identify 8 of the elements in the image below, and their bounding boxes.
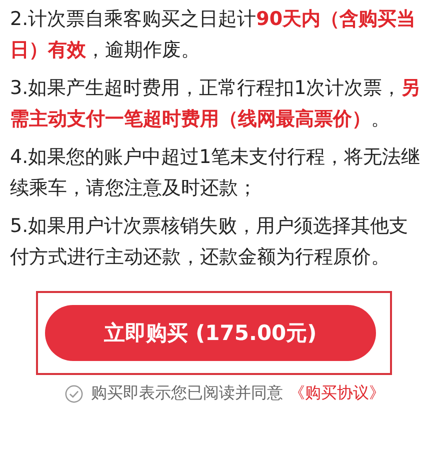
agreement-link[interactable]: 《购买协议》 [289, 383, 385, 404]
checkbox-icon[interactable] [65, 384, 83, 402]
rule-text: 3.如果产生超时费用，正常行程扣1次计次票，另需主动支付一笔超时费用（线网最高票价）。 [10, 76, 422, 132]
buy-button[interactable]: 立即购买 (175.00元) [45, 305, 376, 361]
rule-text: 5.如果用户计次票核销失败，用户须选择其他支付方式进行主动还款，还款金额为行程原价。 [10, 214, 410, 270]
rule-text: 4.如果您的账户中超过1笔未支付行程，将无法继续乘车，请您注意及时还款； [10, 145, 422, 201]
agreement-text: 购买即表示您已阅读并同意 [91, 383, 283, 404]
rule-text: 2.计次票自乘客购买之日起计90天内（含购买当日）有效，逾期作废。 [10, 7, 417, 63]
